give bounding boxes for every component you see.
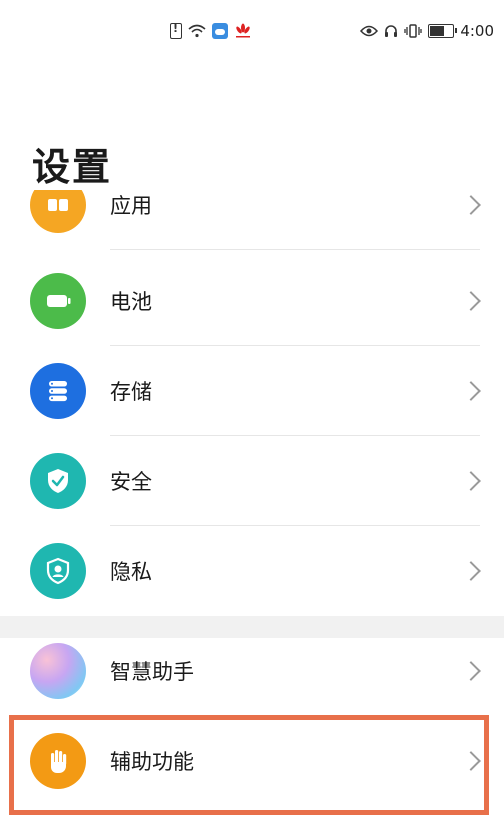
smart-assistant-icon — [30, 643, 86, 699]
settings-item-security[interactable]: 安全 — [0, 436, 504, 526]
eye-comfort-icon — [360, 25, 379, 37]
chevron-right-icon — [461, 751, 481, 771]
settings-list-section-2: 智慧助手 辅助功能 — [0, 626, 504, 806]
status-time: 4:00 — [460, 22, 494, 40]
settings-item-label: 电池 — [110, 290, 152, 314]
chevron-right-icon — [461, 471, 481, 491]
status-right-icons: 4:00 — [360, 20, 494, 42]
settings-item-label: 辅助功能 — [110, 750, 194, 774]
battery-icon — [428, 24, 458, 38]
wifi-icon — [188, 24, 206, 38]
page-title: 设置 — [32, 145, 113, 189]
settings-item-label: 隐私 — [110, 560, 152, 584]
settings-item-accessibility[interactable]: 辅助功能 — [0, 716, 504, 806]
status-bar: 4:00 — [0, 0, 504, 60]
status-left-icons — [170, 20, 252, 42]
sim-alert-icon — [170, 22, 182, 39]
settings-item-label: 智慧助手 — [110, 660, 194, 684]
settings-item-storage[interactable]: 存储 — [0, 346, 504, 436]
chevron-right-icon — [461, 661, 481, 681]
divider — [110, 249, 480, 250]
headset-icon — [385, 25, 398, 37]
shield-check-icon — [30, 453, 86, 509]
settings-list-section-1: 电池 存储 安全 隐私 — [0, 256, 504, 616]
settings-item-label: 存储 — [110, 380, 152, 404]
settings-item-label: 安全 — [110, 470, 152, 494]
apps-icon — [30, 190, 86, 233]
chevron-right-icon — [461, 291, 481, 311]
settings-item-privacy[interactable]: 隐私 — [0, 526, 504, 616]
settings-item-smart-assistant[interactable]: 智慧助手 — [0, 626, 504, 716]
partial-row-clip: 应用 — [0, 190, 504, 250]
settings-item-apps[interactable]: 应用 — [0, 190, 504, 250]
chevron-right-icon — [461, 381, 481, 401]
privacy-icon — [30, 543, 86, 599]
huawei-notification-icon — [236, 23, 250, 38]
settings-item-battery[interactable]: 电池 — [0, 256, 504, 346]
settings-item-label: 应用 — [110, 194, 152, 218]
hand-icon — [30, 733, 86, 789]
battery-icon — [30, 273, 86, 329]
storage-icon — [30, 363, 86, 419]
weather-app-icon — [212, 23, 228, 39]
chevron-right-icon — [461, 195, 481, 215]
chevron-right-icon — [461, 561, 481, 581]
vibrate-icon — [404, 24, 422, 38]
